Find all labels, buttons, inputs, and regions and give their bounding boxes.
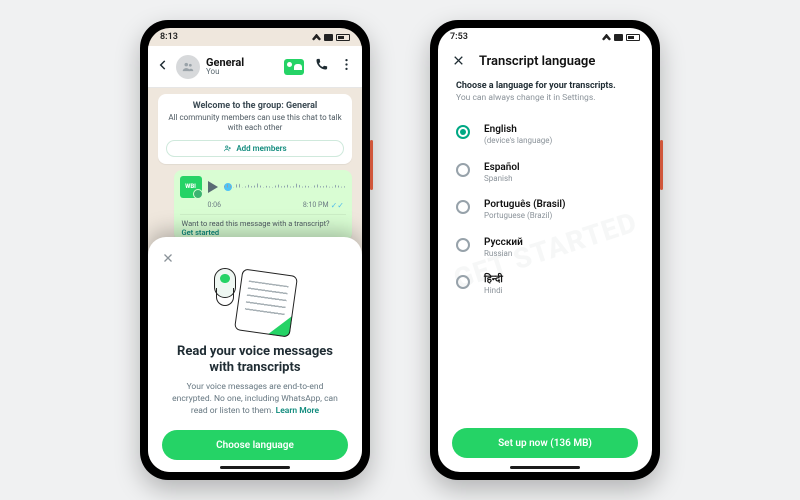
more-icon[interactable] bbox=[339, 57, 354, 76]
language-desc: Portuguese (Brazil) bbox=[484, 211, 566, 221]
language-option-portuguese[interactable]: Português (Brasil) Portuguese (Brazil) bbox=[456, 192, 634, 228]
radio-icon[interactable] bbox=[456, 200, 470, 214]
phone-left: 8:13 General You bbox=[140, 20, 370, 480]
language-name: Português (Brasil) bbox=[484, 199, 566, 211]
wifi-icon bbox=[312, 34, 321, 41]
language-desc: Hindi bbox=[484, 286, 503, 296]
bottom-sheet: Read your voice messages with transcript… bbox=[148, 237, 362, 472]
screen-right: GET STARTED 7:53 Transcript language Cho… bbox=[438, 28, 652, 472]
read-ticks-icon: ✓✓ bbox=[331, 201, 344, 210]
status-time: 7:53 bbox=[450, 32, 468, 42]
sheet-title: Read your voice messages with transcript… bbox=[177, 344, 333, 377]
page-title: Transcript language bbox=[479, 54, 595, 69]
wifi-icon bbox=[602, 34, 611, 41]
get-started-link[interactable]: Get started bbox=[182, 228, 220, 237]
status-bar: 7:53 bbox=[438, 28, 652, 46]
learn-more-link[interactable]: Learn More bbox=[276, 406, 319, 416]
language-option-spanish[interactable]: Español Spanish bbox=[456, 155, 634, 191]
header-actions bbox=[284, 57, 354, 76]
chat-subtitle: You bbox=[206, 68, 278, 76]
subtitle-line2: You can always change it in Settings. bbox=[456, 93, 634, 103]
add-members-button[interactable]: Add members bbox=[166, 140, 344, 157]
language-desc: Spanish bbox=[484, 174, 520, 184]
signal-icon bbox=[614, 34, 623, 41]
voice-meta: 0:06 8:10 PM ✓✓ bbox=[180, 201, 346, 210]
sheet-title-l1: Read your voice messages bbox=[177, 344, 333, 359]
screen-left: 8:13 General You bbox=[148, 28, 362, 472]
voice-duration: 0:06 bbox=[208, 201, 222, 210]
back-icon[interactable] bbox=[156, 57, 170, 76]
close-icon[interactable] bbox=[162, 249, 174, 268]
add-members-label: Add members bbox=[236, 144, 286, 153]
voice-track[interactable] bbox=[224, 178, 346, 196]
transcript-hint: Want to read this message with a transcr… bbox=[180, 214, 346, 237]
welcome-card: Welcome to the group: General All commun… bbox=[158, 94, 352, 164]
transcript-hint-text: Want to read this message with a transcr… bbox=[182, 219, 330, 228]
status-time: 8:13 bbox=[160, 32, 178, 42]
home-indicator[interactable] bbox=[510, 466, 580, 469]
radio-icon[interactable] bbox=[456, 238, 470, 252]
status-icons bbox=[312, 34, 350, 41]
signal-icon bbox=[324, 34, 333, 41]
battery-icon bbox=[336, 34, 350, 41]
phone-right: GET STARTED 7:53 Transcript language Cho… bbox=[430, 20, 660, 480]
chat-title-block[interactable]: General You bbox=[206, 57, 278, 77]
battery-icon bbox=[626, 34, 640, 41]
choose-language-button[interactable]: Choose language bbox=[162, 430, 348, 460]
status-bar: 8:13 bbox=[148, 28, 362, 46]
home-indicator[interactable] bbox=[220, 466, 290, 469]
language-name: English bbox=[484, 124, 552, 136]
close-icon[interactable] bbox=[452, 52, 465, 71]
sheet-title-l2: with transcripts bbox=[209, 360, 300, 375]
language-option-english[interactable]: English (device's language) bbox=[456, 117, 634, 153]
radio-icon[interactable] bbox=[456, 125, 470, 139]
play-icon[interactable] bbox=[208, 181, 218, 193]
language-list: English (device's language) Español Span… bbox=[438, 103, 652, 303]
language-option-hindi[interactable]: हिन्दी Hindi bbox=[456, 267, 634, 303]
transcript-illustration bbox=[208, 268, 303, 336]
community-icon[interactable] bbox=[284, 59, 304, 75]
welcome-body: All community members can use this chat … bbox=[166, 113, 344, 134]
welcome-title: Welcome to the group: General bbox=[166, 101, 344, 111]
language-option-russian[interactable]: Русский Russian bbox=[456, 230, 634, 266]
page-header: Transcript language bbox=[438, 46, 652, 81]
subtitle-line1: Choose a language for your transcripts. bbox=[456, 81, 634, 91]
radio-icon[interactable] bbox=[456, 163, 470, 177]
status-icons bbox=[602, 34, 640, 41]
sender-avatar: WBI bbox=[180, 176, 202, 198]
page-subtitle: Choose a language for your transcripts. … bbox=[438, 81, 652, 103]
voice-row: WBI bbox=[180, 176, 346, 198]
group-avatar[interactable] bbox=[176, 55, 200, 79]
language-desc: Russian bbox=[484, 249, 523, 259]
sheet-body: Your voice messages are end-to-end encry… bbox=[162, 382, 348, 418]
chat-header: General You bbox=[148, 46, 362, 88]
radio-icon[interactable] bbox=[456, 275, 470, 289]
setup-now-button[interactable]: Set up now (136 MB) bbox=[452, 428, 638, 458]
language-name: हिन्दी bbox=[484, 274, 503, 286]
call-icon[interactable] bbox=[314, 57, 329, 76]
language-name: Русский bbox=[484, 237, 523, 249]
voice-message-bubble[interactable]: WBI 0:06 8:10 PM ✓✓ Want to read this m bbox=[174, 170, 352, 241]
voice-time: 8:10 PM bbox=[303, 201, 329, 209]
language-name: Español bbox=[484, 162, 520, 174]
waveform-icon bbox=[224, 180, 346, 194]
language-desc: (device's language) bbox=[484, 136, 552, 146]
